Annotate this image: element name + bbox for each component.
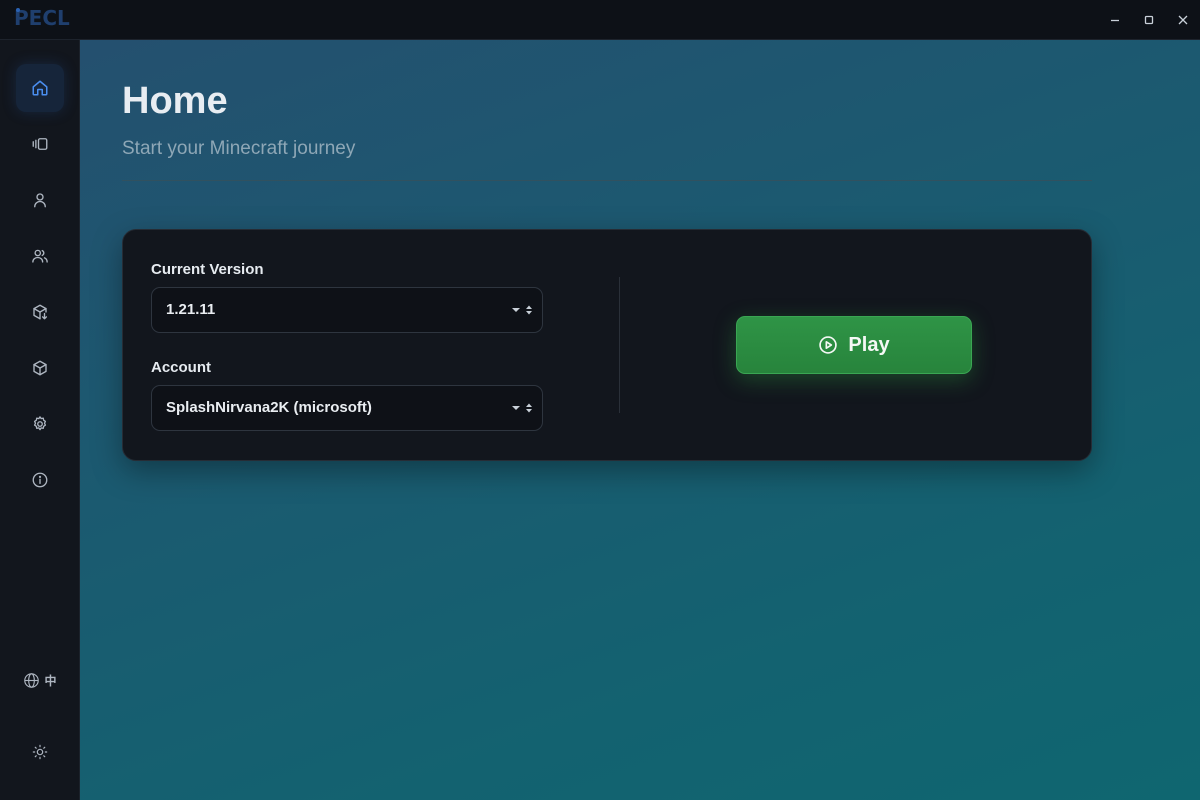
gear-icon: [33, 416, 47, 431]
card-divider: [619, 277, 620, 413]
sidebar-item-versions[interactable]: [16, 120, 64, 168]
users-icon: [32, 249, 48, 263]
play-button-label: Play: [848, 333, 890, 356]
window-controls: [1098, 0, 1200, 40]
cube-icon: [33, 360, 47, 376]
home-icon: [32, 80, 48, 96]
app-logo-text: PECL: [14, 6, 70, 30]
select-arrows-icon: [512, 305, 532, 315]
title-bar: PECL: [0, 0, 1200, 40]
minimize-button[interactable]: [1098, 0, 1132, 40]
sidebar-item-home[interactable]: [16, 64, 64, 112]
language-switch[interactable]: 中: [16, 660, 64, 700]
close-button[interactable]: [1166, 0, 1200, 40]
user-icon: [34, 193, 46, 208]
maximize-button[interactable]: [1132, 0, 1166, 40]
sidebar-item-resources[interactable]: [16, 344, 64, 392]
sidebar-item-mod-download[interactable]: [16, 288, 64, 336]
close-icon: [1178, 15, 1188, 25]
minimize-icon: [1111, 19, 1119, 22]
version-select[interactable]: 1.21.11: [151, 287, 543, 333]
select-arrows-icon: [512, 403, 532, 413]
app-logo: PECL: [14, 6, 70, 30]
main-content: Home Start your Minecraft journey Curren…: [80, 40, 1200, 800]
version-label: Current Version: [151, 261, 264, 278]
page-title: Home: [122, 80, 228, 122]
sidebar: 中: [0, 40, 80, 800]
sun-icon: [32, 744, 48, 760]
logo-dot: [16, 8, 20, 12]
versions-icon: [32, 138, 48, 150]
globe-icon: [24, 672, 40, 688]
play-button[interactable]: Play: [736, 316, 972, 374]
theme-toggle[interactable]: [16, 732, 64, 772]
maximize-icon: [1144, 15, 1154, 25]
sidebar-item-account[interactable]: [16, 176, 64, 224]
version-select-value: 1.21.11: [166, 301, 216, 318]
account-label: Account: [151, 359, 211, 376]
launch-card: Current Version 1.21.11 Account SplashNi…: [122, 229, 1092, 461]
sidebar-item-settings[interactable]: [16, 400, 64, 448]
account-select[interactable]: SplashNirvana2K (microsoft): [151, 385, 543, 431]
page-subtitle: Start your Minecraft journey: [122, 138, 356, 159]
package-download-icon: [33, 304, 48, 320]
sidebar-item-accounts[interactable]: [16, 232, 64, 280]
sidebar-item-about[interactable]: [16, 456, 64, 504]
account-select-value: SplashNirvana2K (microsoft): [166, 399, 372, 416]
header-divider: [122, 180, 1092, 181]
language-label: 中: [44, 673, 57, 688]
play-circle-icon: [819, 336, 838, 354]
info-icon: [32, 472, 48, 488]
